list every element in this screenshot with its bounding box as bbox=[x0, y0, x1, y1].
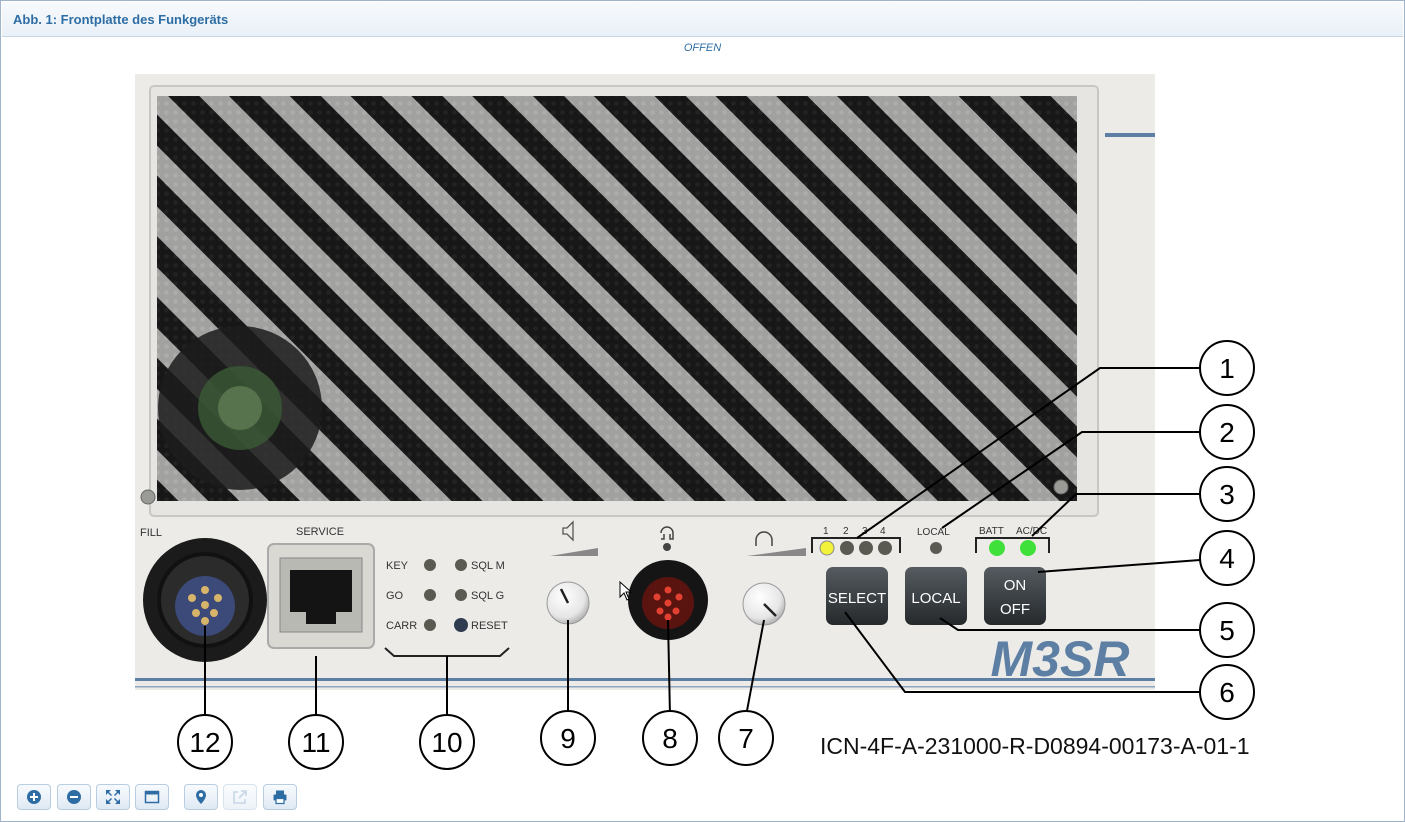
location-pin-icon bbox=[196, 790, 206, 804]
callout-8: 8 bbox=[642, 710, 698, 766]
svg-text:ON: ON bbox=[1004, 577, 1027, 594]
svg-text:5: 5 bbox=[1219, 615, 1235, 646]
svg-text:2: 2 bbox=[843, 526, 849, 537]
screw bbox=[1053, 479, 1069, 495]
zoom-in-icon bbox=[27, 790, 41, 804]
svg-text:9: 9 bbox=[560, 723, 576, 754]
callout-11: 11 bbox=[288, 714, 344, 770]
callout-1: 1 bbox=[1199, 340, 1255, 396]
window-icon bbox=[144, 790, 160, 804]
svg-text:LOCAL: LOCAL bbox=[917, 527, 950, 538]
callout-3: 3 bbox=[1199, 466, 1255, 522]
svg-text:FILL: FILL bbox=[140, 527, 162, 539]
callout-2: 2 bbox=[1199, 404, 1255, 460]
svg-text:SELECT: SELECT bbox=[828, 590, 886, 607]
svg-text:2: 2 bbox=[1219, 417, 1235, 448]
location-button[interactable] bbox=[184, 784, 218, 810]
callout-10: 10 bbox=[419, 714, 475, 770]
open-external-button[interactable] bbox=[223, 784, 257, 810]
callout-9: 9 bbox=[540, 710, 596, 766]
svg-text:GO: GO bbox=[386, 590, 404, 602]
mouse-cursor-icon bbox=[619, 581, 633, 601]
svg-text:3: 3 bbox=[1219, 479, 1235, 510]
screw bbox=[140, 489, 156, 505]
svg-text:4: 4 bbox=[880, 526, 886, 537]
svg-text:BATT: BATT bbox=[979, 526, 1004, 537]
power-button: ON OFF bbox=[984, 567, 1046, 625]
svg-text:1: 1 bbox=[1219, 353, 1235, 384]
svg-text:OFF: OFF bbox=[1000, 601, 1030, 618]
zoom-out-icon bbox=[67, 790, 81, 804]
callout-5: 5 bbox=[1199, 602, 1255, 658]
brand-logo: M3SR bbox=[991, 631, 1130, 687]
open-external-icon bbox=[233, 790, 247, 804]
svg-text:RESET: RESET bbox=[471, 620, 508, 632]
svg-text:1: 1 bbox=[823, 526, 829, 537]
svg-text:12: 12 bbox=[189, 727, 220, 758]
select-button: SELECT bbox=[826, 567, 888, 625]
svg-text:SQL G: SQL G bbox=[471, 590, 504, 602]
print-button[interactable] bbox=[263, 784, 297, 810]
svg-text:SERVICE: SERVICE bbox=[296, 526, 344, 538]
svg-text:7: 7 bbox=[738, 723, 754, 754]
print-icon bbox=[273, 790, 287, 805]
svg-text:8: 8 bbox=[662, 723, 678, 754]
icn-code: ICN-4F-A-231000-R-D0894-00173-A-01-1 bbox=[820, 733, 1250, 759]
callout-4: 4 bbox=[1199, 530, 1255, 586]
zoom-in-button[interactable] bbox=[17, 784, 51, 810]
fit-to-screen-button[interactable] bbox=[96, 784, 130, 810]
local-button: LOCAL bbox=[905, 567, 967, 625]
service-port: SERVICE bbox=[267, 526, 375, 649]
window-button[interactable] bbox=[135, 784, 169, 810]
zoom-out-button[interactable] bbox=[57, 784, 91, 810]
svg-text:LOCAL: LOCAL bbox=[911, 590, 960, 607]
svg-text:11: 11 bbox=[301, 727, 330, 758]
svg-text:6: 6 bbox=[1219, 677, 1235, 708]
svg-text:10: 10 bbox=[431, 727, 462, 758]
fit-to-screen-icon bbox=[106, 790, 120, 804]
callout-6: 6 bbox=[1199, 664, 1255, 720]
svg-text:SQL M: SQL M bbox=[471, 560, 505, 572]
svg-text:CARR: CARR bbox=[386, 620, 417, 632]
callout-12: 12 bbox=[177, 714, 233, 770]
callout-7: 7 bbox=[718, 710, 774, 766]
radio-front-panel-figure: FILL SERVICE KEY GO CARR SQL M SQL G RES… bbox=[135, 74, 1255, 770]
svg-text:KEY: KEY bbox=[386, 560, 409, 572]
svg-text:4: 4 bbox=[1219, 543, 1235, 574]
